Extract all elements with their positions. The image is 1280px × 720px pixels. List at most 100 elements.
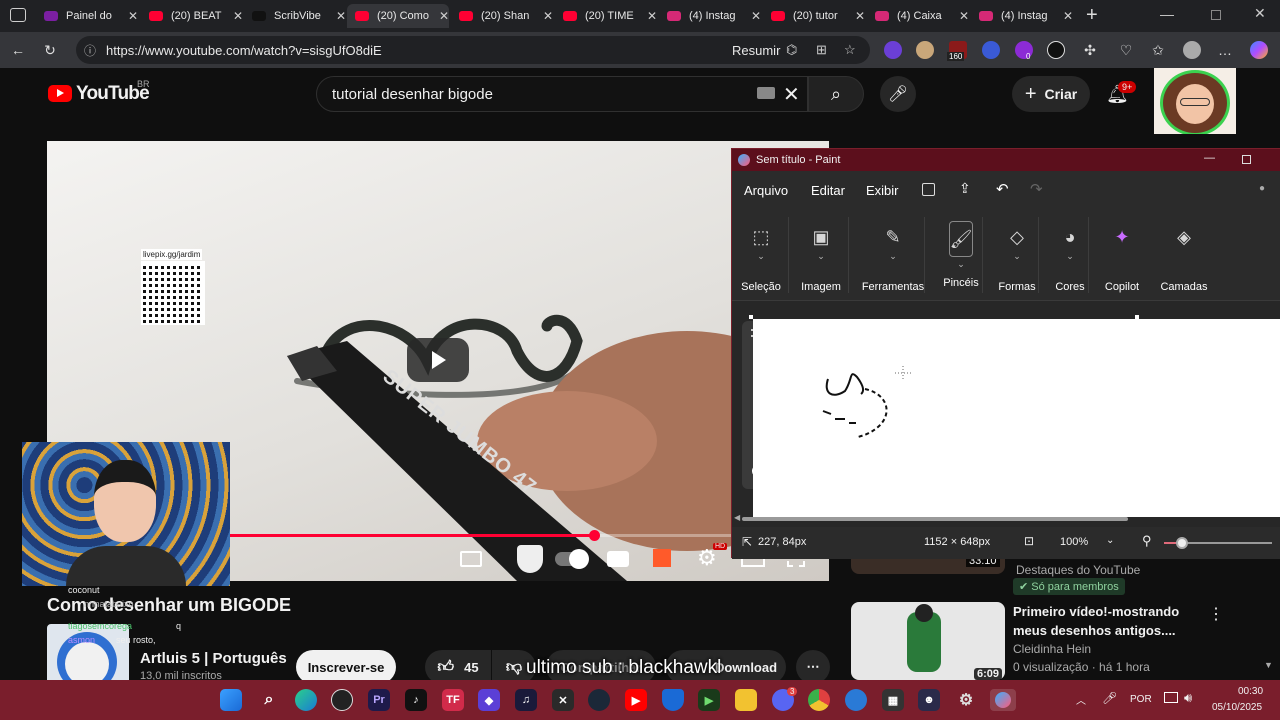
zoom-out-icon[interactable]: ⚲ — [1142, 533, 1152, 549]
chrome-icon[interactable] — [808, 689, 830, 711]
fit-to-window-icon[interactable]: ⊡ — [1024, 534, 1034, 548]
clock-time[interactable]: 00:30 — [1238, 686, 1263, 697]
browser-tab[interactable]: Painel do ✕ — [36, 4, 138, 28]
browser-tab[interactable]: (20) tutor ✕ — [763, 4, 865, 28]
clear-search-icon[interactable]: ✕ — [783, 82, 800, 107]
ribbon-tool-palette[interactable]: ◕ ⌄ Cores — [1050, 209, 1090, 301]
resumir-label[interactable]: Resumir — [732, 43, 780, 58]
tab-close-icon[interactable]: ✕ — [233, 9, 243, 23]
recommended-menu-icon[interactable]: ⋮ — [1208, 604, 1224, 624]
restore-icon[interactable] — [1211, 10, 1221, 20]
extension-icon-4[interactable] — [982, 41, 1000, 59]
ribbon-tool-brush[interactable]: 🖌︎ ⌄ Pincéis — [936, 209, 986, 301]
channel-avatar[interactable] — [47, 624, 129, 680]
canvas-handle-top-left[interactable] — [749, 315, 753, 319]
drawing-canvas[interactable] — [753, 319, 1280, 517]
recommended-channel[interactable]: Cleidinha Hein — [1013, 642, 1091, 656]
user-avatar[interactable] — [1154, 68, 1236, 134]
browser-tab[interactable]: (20) BEAT ✕ — [141, 4, 243, 28]
edge-dev-icon[interactable] — [845, 689, 867, 711]
obs-icon[interactable] — [331, 689, 353, 711]
browser-tab[interactable]: (20) TIME ✕ — [555, 4, 657, 28]
tab-close-icon[interactable]: ✕ — [959, 9, 969, 23]
paint-maximize-icon[interactable] — [1242, 155, 1251, 164]
zoom-level[interactable]: 100% — [1060, 536, 1088, 548]
premiere-icon[interactable]: Pr — [368, 689, 390, 711]
extension-icon-6[interactable] — [1047, 41, 1065, 59]
tab-close-icon[interactable]: ✕ — [336, 9, 346, 23]
clock-date[interactable]: 05/10/2025 — [1212, 702, 1262, 713]
browser-tab[interactable]: (4) Instag ✕ — [971, 4, 1073, 28]
search-button[interactable]: ⌕ — [808, 76, 864, 112]
dev-app-icon[interactable]: ◆ — [478, 689, 500, 711]
tab-close-icon[interactable]: ✕ — [751, 9, 761, 23]
voice-search-button[interactable]: 🎤︎ — [880, 76, 916, 112]
paint-minimize-icon[interactable]: — — [1204, 152, 1215, 164]
tab-close-icon[interactable]: ✕ — [543, 9, 553, 23]
tab-close-icon[interactable]: ✕ — [647, 9, 657, 23]
paint-taskbar-icon[interactable] — [990, 689, 1016, 711]
browser-essentials-icon[interactable]: ♡ — [1116, 40, 1136, 60]
extension-icon-1[interactable] — [884, 41, 902, 59]
play-button[interactable] — [407, 338, 469, 382]
reload-icon[interactable]: ↻ — [40, 40, 60, 60]
address-bar[interactable]: ⓘ https://www.youtube.com/watch?v=sisgUf… — [76, 36, 870, 64]
steam-icon[interactable] — [588, 689, 610, 711]
scroll-left-arrow[interactable]: ◀ — [734, 513, 740, 522]
browser-tab[interactable]: (4) Caixa ✕ — [867, 4, 969, 28]
transcript-icon[interactable] — [460, 551, 482, 567]
shield-security-icon[interactable] — [662, 689, 684, 711]
favorites-icon[interactable]: ✩ — [1148, 40, 1168, 60]
ribbon-tool-layers[interactable]: ◈ Camadas — [1156, 209, 1212, 301]
sidebar-channel-partial[interactable]: Destaques do YouTube — [1016, 563, 1140, 577]
youtube-taskbar-icon[interactable]: ▶ — [625, 689, 647, 711]
redo-icon[interactable]: ↷ — [1030, 180, 1043, 198]
scrollbar-down-arrow[interactable]: ▼ — [1264, 660, 1273, 670]
chat-app-icon[interactable]: ☻ — [918, 689, 940, 711]
horizontal-scrollbar[interactable] — [742, 517, 1128, 521]
tab-close-icon[interactable]: ✕ — [1063, 9, 1073, 23]
tab-close-icon[interactable]: ✕ — [128, 9, 138, 23]
recommended-title-line2[interactable]: meus desenhos antigos.... — [1013, 623, 1176, 638]
more-actions-button[interactable]: ⋯ — [796, 650, 830, 684]
menu-arquivo[interactable]: Arquivo — [744, 183, 788, 198]
capture-app-icon[interactable]: ✕ — [552, 689, 574, 711]
youtube-logo-icon[interactable] — [48, 85, 72, 102]
back-icon[interactable]: ← — [8, 40, 28, 60]
favorite-star-icon[interactable]: ☆ — [844, 42, 856, 58]
summarize-icon[interactable]: ⌬ — [786, 42, 797, 58]
like-button[interactable]: 👍︎ 45 — [425, 650, 491, 684]
canvas-handle-top-mid[interactable] — [1135, 315, 1139, 319]
undo-icon[interactable]: ↶ — [996, 180, 1009, 198]
ribbon-tool-copilot[interactable]: ✦ Copilot — [1100, 209, 1144, 301]
audio-app-icon[interactable]: ♫ — [515, 689, 537, 711]
settings-taskbar-icon[interactable]: ⚙ — [955, 689, 977, 711]
tab-close-icon[interactable]: ✕ — [855, 9, 865, 23]
taskbar-search-icon[interactable]: ⌕ — [258, 689, 280, 711]
share-icon[interactable]: ⇪ — [959, 180, 971, 197]
ribbon-tool-image[interactable]: ▣ ⌄ Imagem — [796, 209, 846, 301]
autoplay-toggle[interactable] — [555, 549, 589, 569]
zoom-dropdown-icon[interactable]: ⌄ — [1106, 535, 1114, 546]
tray-microphone-icon[interactable]: 🎤︎ — [1102, 691, 1117, 705]
new-tab-button[interactable]: + — [1086, 4, 1098, 27]
tray-volume-icon[interactable]: 🔊︎ — [1184, 690, 1192, 706]
tab-actions-icon[interactable] — [10, 8, 26, 22]
ribbon-tool-tools[interactable]: ✎ ⌄ Ferramentas — [858, 209, 928, 301]
tf-app-icon[interactable]: TF — [442, 689, 464, 711]
keyboard-icon[interactable] — [757, 87, 775, 99]
extension-icon-2[interactable] — [916, 41, 934, 59]
miniplayer-icon[interactable] — [653, 549, 671, 567]
progress-scrubber[interactable] — [589, 530, 600, 541]
folder-icon[interactable] — [735, 689, 757, 711]
subscribe-button[interactable]: Inscrever-se — [296, 650, 396, 684]
zoom-slider[interactable] — [1164, 537, 1272, 549]
browser-tab[interactable]: (4) Instag ✕ — [659, 4, 761, 28]
ribbon-tool-selection[interactable]: ⬚ ⌄ Seleção — [738, 209, 784, 301]
edge-icon[interactable] — [295, 689, 317, 711]
language-indicator[interactable]: POR — [1130, 694, 1152, 705]
ribbon-tool-shapes[interactable]: ◇ ⌄ Formas — [994, 209, 1040, 301]
recommended-title-line1[interactable]: Primeiro vídeo!-mostrando — [1013, 604, 1179, 619]
terminal-app-icon[interactable]: ▶ — [698, 689, 720, 711]
minimize-icon[interactable]: — — [1160, 6, 1174, 22]
